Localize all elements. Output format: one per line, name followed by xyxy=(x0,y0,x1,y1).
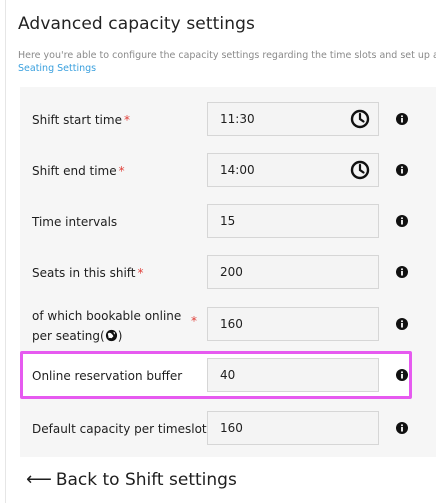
globe-icon xyxy=(105,329,117,342)
seating-settings-link[interactable]: Seating Settings xyxy=(18,63,96,74)
back-to-shift-settings-link[interactable]: ⟵ Back to Shift settings xyxy=(26,469,237,490)
shift-start-row: Shift start time * 11:30 xyxy=(20,96,436,144)
info-icon[interactable] xyxy=(396,266,408,278)
buffer-label: Online reservation buffer xyxy=(32,369,183,383)
arrow-left-icon: ⟵ xyxy=(26,469,52,490)
buffer-row: Online reservation buffer 40 xyxy=(20,352,436,400)
shift-end-row: Shift end time * 14:00 xyxy=(20,147,436,195)
time-intervals-row: Time intervals 15 xyxy=(20,198,436,246)
default-capacity-row: Default capacity per timeslot 160 xyxy=(20,405,436,453)
shift-end-label: Shift end time * xyxy=(32,164,125,178)
required-marker: * xyxy=(191,314,197,328)
time-intervals-input[interactable]: 15 xyxy=(207,204,379,238)
left-border xyxy=(5,0,6,503)
page-description: Here you're able to configure the capaci… xyxy=(18,50,436,61)
bookable-online-label: of which bookable online per seating() xyxy=(32,309,182,343)
bookable-online-input[interactable]: 160 xyxy=(207,307,379,341)
clock-icon[interactable] xyxy=(350,160,370,180)
time-intervals-label: Time intervals xyxy=(32,215,118,229)
seats-row: Seats in this shift * 200 xyxy=(20,249,436,297)
bookable-online-row: of which bookable online per seating() *… xyxy=(20,300,436,352)
back-label: Back to Shift settings xyxy=(55,470,237,490)
seats-input[interactable]: 200 xyxy=(207,255,379,289)
info-icon[interactable] xyxy=(396,369,408,381)
page-title: Advanced capacity settings xyxy=(18,14,255,34)
default-capacity-label: Default capacity per timeslot xyxy=(32,422,207,436)
info-icon[interactable] xyxy=(396,422,408,434)
info-icon[interactable] xyxy=(396,215,408,227)
info-icon[interactable] xyxy=(396,113,408,125)
clock-icon[interactable] xyxy=(350,109,370,129)
seats-label: Seats in this shift * xyxy=(32,266,144,280)
default-capacity-input[interactable]: 160 xyxy=(207,411,379,445)
shift-end-input[interactable]: 14:00 xyxy=(207,153,379,187)
shift-start-label: Shift start time * xyxy=(32,113,130,127)
buffer-input[interactable]: 40 xyxy=(207,358,379,392)
shift-start-input[interactable]: 11:30 xyxy=(207,102,379,136)
info-icon[interactable] xyxy=(396,318,408,330)
info-icon[interactable] xyxy=(396,164,408,176)
